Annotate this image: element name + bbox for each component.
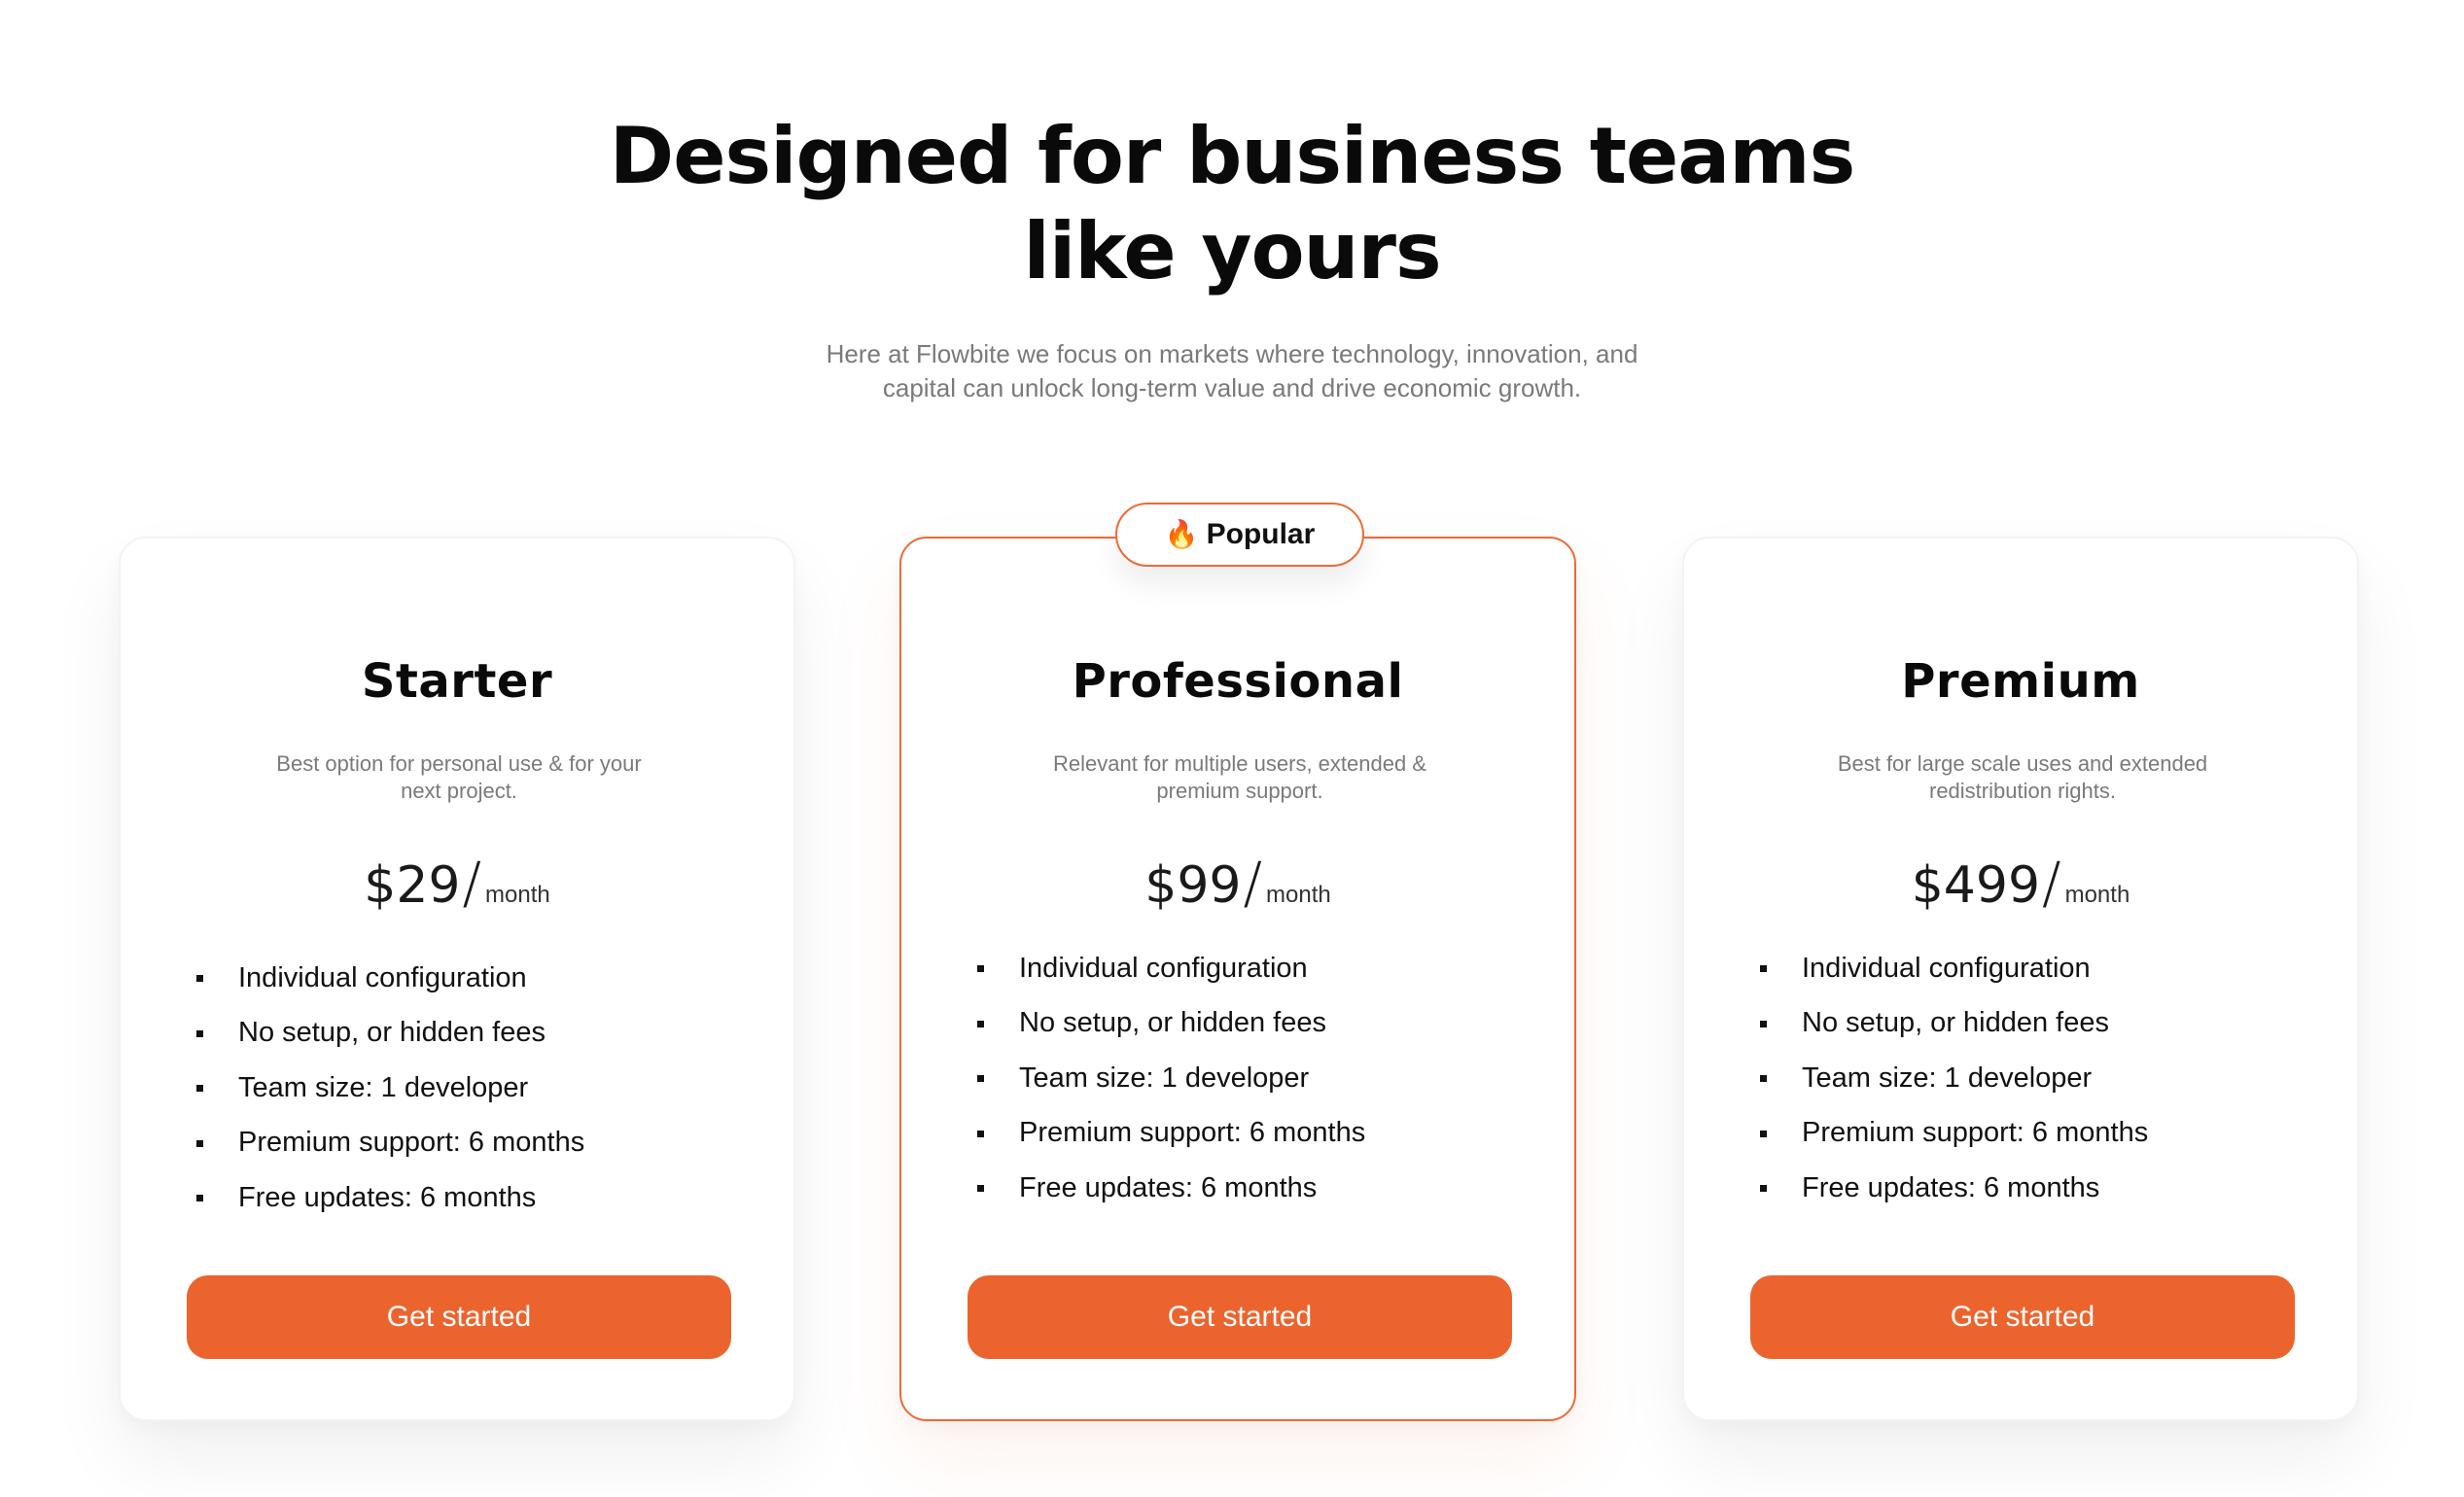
plan-description: Relevant for multiple users, extended & … xyxy=(1016,750,1463,805)
price-amount: $499 xyxy=(1911,856,2041,915)
price-period: month xyxy=(2064,882,2130,908)
feature-text: Free updates: 6 months xyxy=(1019,1171,1318,1203)
bullet-icon xyxy=(1760,1185,1767,1192)
plan-description-line-2: redistribution rights. xyxy=(1929,779,2116,803)
get-started-button[interactable]: Get started xyxy=(968,1275,1512,1359)
heading-line-1: Designed for business teams xyxy=(609,111,1855,201)
plan-price: $499/month xyxy=(1684,850,2357,916)
feature-list: Individual configuration No setup, or hi… xyxy=(1760,941,2305,1216)
price-amount: $99 xyxy=(1144,856,1242,915)
pricing-section: Designed for business teams like yours H… xyxy=(0,0,2464,1497)
feature-item: Team size: 1 developer xyxy=(977,1051,1522,1106)
plan-price: $29/month xyxy=(121,850,793,916)
bullet-icon xyxy=(977,1130,984,1137)
feature-text: No setup, or hidden fees xyxy=(1802,1007,2109,1039)
bullet-icon xyxy=(196,1195,203,1201)
bullet-icon xyxy=(977,1185,984,1192)
plan-title: Professional xyxy=(1072,654,1404,709)
feature-item: Free updates: 6 months xyxy=(196,1170,741,1226)
subtitle-line-1: Here at Flowbite we focus on markets whe… xyxy=(826,339,1638,368)
feature-item: No setup, or hidden fees xyxy=(977,996,1522,1052)
feature-text: Team size: 1 developer xyxy=(238,1071,529,1103)
subtitle-line-2: capital can unlock long-term value and d… xyxy=(882,373,1582,402)
section-subtitle: Here at Flowbite we focus on markets whe… xyxy=(746,337,1718,405)
feature-item: Individual configuration xyxy=(977,941,1522,996)
feature-text: No setup, or hidden fees xyxy=(238,1017,546,1049)
feature-item: Premium support: 6 months xyxy=(1760,1106,2305,1162)
bullet-icon xyxy=(1760,1130,1767,1137)
fire-icon: 🔥 xyxy=(1164,518,1199,550)
price-separator: / xyxy=(462,850,482,916)
feature-item: Individual configuration xyxy=(196,951,741,1006)
bullet-icon xyxy=(196,975,203,982)
plan-description: Best for large scale uses and extended r… xyxy=(1799,750,2246,805)
plan-description-line-2: premium support. xyxy=(1156,779,1323,803)
bullet-icon xyxy=(1760,965,1767,972)
pricing-card-professional: 🔥 Popular Professional Relevant for mult… xyxy=(899,503,1576,1421)
feature-text: Team size: 1 developer xyxy=(1802,1062,2093,1094)
feature-item: Free updates: 6 months xyxy=(977,1161,1522,1216)
feature-text: No setup, or hidden fees xyxy=(1019,1007,1326,1039)
feature-text: Team size: 1 developer xyxy=(1019,1062,1310,1094)
bullet-icon xyxy=(977,1020,984,1027)
feature-item: Premium support: 6 months xyxy=(977,1106,1522,1162)
feature-text: Premium support: 6 months xyxy=(1802,1117,2149,1149)
feature-text: Individual configuration xyxy=(1019,952,1308,984)
plan-title: Starter xyxy=(361,654,553,709)
get-started-button[interactable]: Get started xyxy=(187,1275,731,1359)
plan-description-line-1: Relevant for multiple users, extended & xyxy=(1053,751,1426,776)
bullet-icon xyxy=(196,1085,203,1092)
feature-item: Team size: 1 developer xyxy=(196,1061,741,1116)
plan-description-line-1: Best for large scale uses and extended xyxy=(1837,751,2208,776)
plan-description: Best option for personal use & for your … xyxy=(235,750,683,805)
bullet-icon xyxy=(1760,1020,1767,1027)
price-separator: / xyxy=(1243,850,1263,916)
feature-list: Individual configuration No setup, or hi… xyxy=(977,941,1522,1216)
feature-text: Premium support: 6 months xyxy=(1019,1117,1366,1149)
feature-item: No setup, or hidden fees xyxy=(1760,996,2305,1052)
feature-item: No setup, or hidden fees xyxy=(196,1006,741,1062)
feature-item: Premium support: 6 months xyxy=(196,1116,741,1171)
price-separator: / xyxy=(2042,850,2061,916)
pricing-card-starter: Starter Best option for personal use & f… xyxy=(119,537,795,1421)
badge-label: Popular xyxy=(1206,518,1316,550)
feature-list: Individual configuration No setup, or hi… xyxy=(196,951,741,1226)
feature-item: Individual configuration xyxy=(1760,941,2305,996)
bullet-icon xyxy=(977,965,984,972)
bullet-icon xyxy=(196,1029,203,1037)
plan-description-line-2: next project. xyxy=(401,779,517,803)
pricing-card-premium: Premium Best for large scale uses and ex… xyxy=(1682,537,2359,1421)
heading-line-2: like yours xyxy=(1023,206,1441,296)
price-period: month xyxy=(1266,882,1331,908)
section-heading: Designed for business teams like yours xyxy=(0,109,2464,299)
price-amount: $29 xyxy=(364,856,461,915)
feature-text: Free updates: 6 months xyxy=(238,1181,537,1213)
bullet-icon xyxy=(977,1075,984,1082)
feature-text: Individual configuration xyxy=(238,961,527,993)
feature-item: Free updates: 6 months xyxy=(1760,1161,2305,1216)
bullet-icon xyxy=(196,1139,203,1147)
feature-item: Team size: 1 developer xyxy=(1760,1051,2305,1106)
price-period: month xyxy=(485,882,550,908)
get-started-button[interactable]: Get started xyxy=(1750,1275,2295,1359)
popular-badge: 🔥 Popular xyxy=(1115,503,1364,567)
bullet-icon xyxy=(1760,1075,1767,1082)
plan-description-line-1: Best option for personal use & for your xyxy=(276,751,642,776)
plan-title: Premium xyxy=(1901,654,2140,709)
feature-text: Individual configuration xyxy=(1802,952,2091,984)
feature-text: Free updates: 6 months xyxy=(1802,1171,2100,1203)
feature-text: Premium support: 6 months xyxy=(238,1127,585,1159)
plan-price: $99/month xyxy=(901,850,1574,916)
